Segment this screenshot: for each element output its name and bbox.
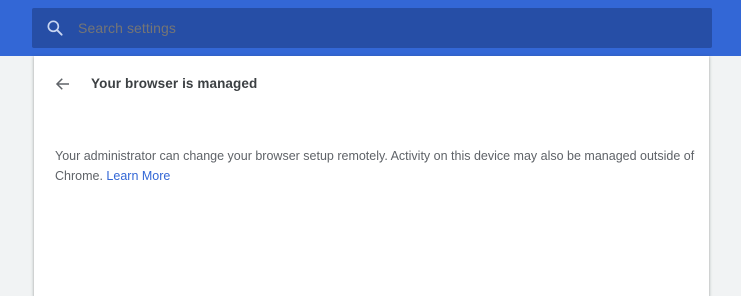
- back-button[interactable]: [49, 72, 77, 100]
- page-title: Your browser is managed: [91, 76, 258, 91]
- back-arrow-icon: [54, 75, 72, 98]
- search-box[interactable]: [32, 8, 712, 48]
- managed-info-card: Your browser is managed Your administrat…: [34, 56, 709, 296]
- settings-header: [0, 0, 741, 56]
- managed-description: Your administrator can change your brows…: [55, 146, 695, 186]
- search-icon[interactable]: [45, 18, 65, 38]
- search-input[interactable]: [78, 8, 678, 48]
- learn-more-link[interactable]: Learn More: [106, 169, 170, 183]
